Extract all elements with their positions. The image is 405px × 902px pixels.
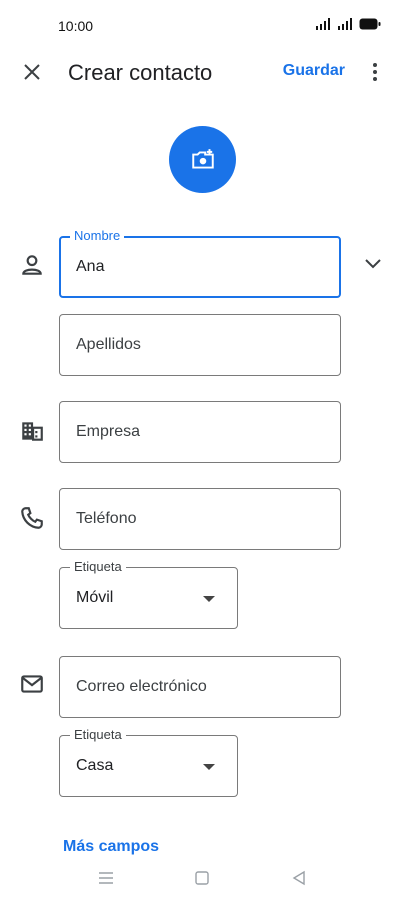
phone-icon <box>21 507 43 529</box>
phone-label-select[interactable]: Etiqueta Móvil <box>59 559 238 629</box>
email-placeholder: Correo electrónico <box>76 678 207 695</box>
more-fields-link[interactable]: Más campos <box>63 838 159 856</box>
email-label-caption: Etiqueta <box>70 727 126 742</box>
email-field[interactable]: Correo electrónico <box>59 656 341 718</box>
phone-placeholder: Teléfono <box>76 510 137 527</box>
menu-icon[interactable] <box>96 868 116 888</box>
first-name-label: Nombre <box>70 228 125 243</box>
email-label-select[interactable]: Etiqueta Casa <box>59 727 238 797</box>
close-icon[interactable] <box>20 60 44 84</box>
add-photo-button[interactable] <box>169 126 236 193</box>
save-button[interactable]: Guardar <box>283 62 345 80</box>
last-name-field[interactable]: Apellidos <box>59 314 341 376</box>
building-icon <box>22 422 43 441</box>
email-label-value: Casa <box>76 757 114 774</box>
battery-icon <box>359 18 381 30</box>
status-icons <box>315 18 381 30</box>
phone-field[interactable]: Teléfono <box>59 488 341 550</box>
phone-label-value: Móvil <box>76 589 114 606</box>
status-time: 10:00 <box>58 18 94 34</box>
chevron-down-icon[interactable] <box>361 251 385 275</box>
page-title: Crear contacto <box>68 60 213 85</box>
back-icon[interactable] <box>289 868 309 888</box>
company-field[interactable]: Empresa <box>59 401 341 463</box>
signal-icon <box>316 18 330 30</box>
last-name-placeholder: Apellidos <box>76 336 141 353</box>
first-name-value: Ana <box>76 258 105 275</box>
signal-icon-2 <box>338 18 352 30</box>
more-options-icon[interactable] <box>363 60 387 84</box>
person-icon <box>22 255 42 275</box>
home-icon[interactable] <box>192 868 212 888</box>
add-photo-icon <box>191 148 214 169</box>
email-icon <box>21 675 43 693</box>
first-name-field[interactable]: Nombre Ana <box>59 228 341 298</box>
dropdown-arrow-icon <box>203 764 215 770</box>
company-placeholder: Empresa <box>76 423 141 440</box>
phone-label-caption: Etiqueta <box>70 559 126 574</box>
dropdown-arrow-icon <box>203 596 215 602</box>
